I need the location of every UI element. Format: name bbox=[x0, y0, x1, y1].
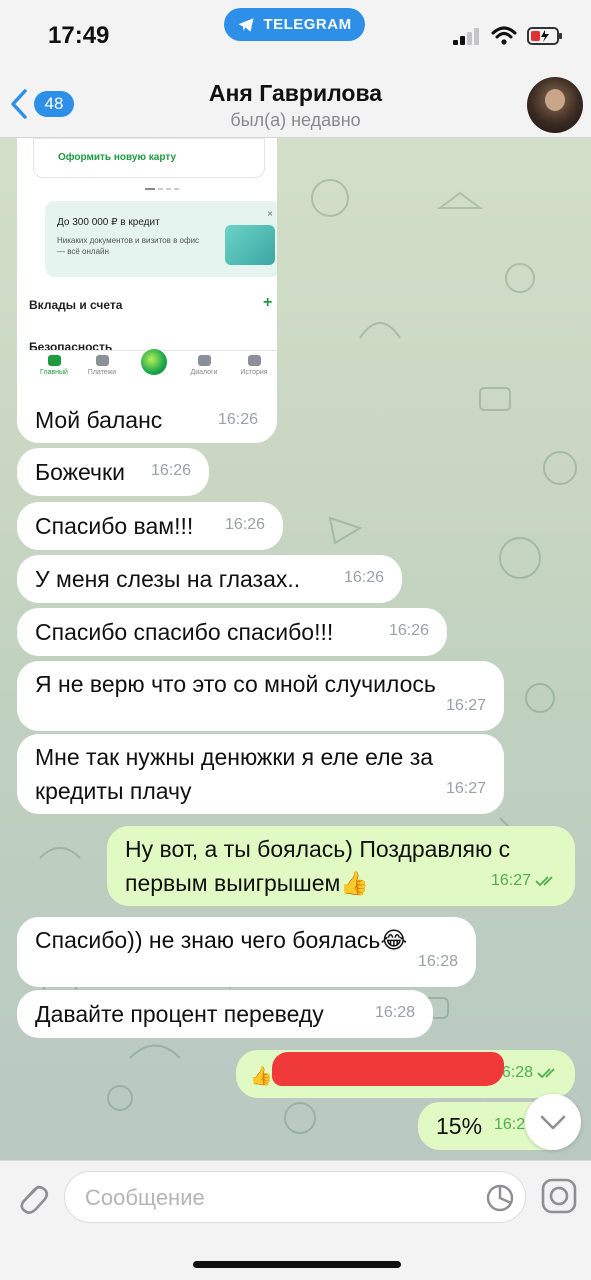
battery-icon bbox=[527, 27, 562, 45]
telegram-pill[interactable]: TELEGRAM bbox=[224, 8, 365, 41]
message-time: 16:27 bbox=[445, 780, 486, 797]
chat-header: 17:49 TELEGRAM 48 Аня Гаврилова был(а) н… bbox=[0, 0, 591, 138]
message-text: Я не верю что это со мной случилось bbox=[35, 671, 436, 697]
redaction-mark bbox=[272, 1052, 504, 1086]
message-time: 16:26 bbox=[388, 622, 429, 639]
avatar[interactable] bbox=[527, 77, 583, 133]
status-time: 17:49 bbox=[48, 22, 110, 49]
message-time: 16:2 bbox=[494, 1116, 526, 1133]
home-indicator bbox=[193, 1261, 401, 1268]
history-icon bbox=[247, 355, 261, 366]
credit-offer-card: До 300 000 ₽ в кредит Никаких документов… bbox=[45, 201, 277, 277]
message-text: 15% bbox=[436, 1113, 483, 1139]
signal-icon bbox=[453, 28, 479, 45]
message-bubble[interactable]: Спасибо)) не знаю чего боялась😂 16:28 bbox=[17, 917, 476, 987]
deposits-section: Вклады и счета bbox=[29, 298, 123, 312]
new-card-link: Оформить новую карту bbox=[58, 152, 177, 163]
close-icon: × bbox=[267, 209, 273, 220]
message-time: 16:28 bbox=[374, 1004, 415, 1021]
scroll-down-button[interactable] bbox=[525, 1094, 581, 1150]
credit-illustration bbox=[225, 225, 275, 265]
message-bubble[interactable]: Мой баланс 16:26 bbox=[17, 395, 276, 443]
message-bubble[interactable]: Давайте процент переведу 16:28 bbox=[17, 990, 433, 1038]
message-time: 16:27 bbox=[445, 697, 486, 714]
telegram-plane-icon bbox=[238, 17, 254, 32]
bank-tabbar: Главный Платежи Диалоги История bbox=[29, 349, 277, 390]
status-icons bbox=[453, 26, 563, 46]
contact-name[interactable]: Аня Гаврилова bbox=[0, 80, 591, 107]
message-time: 16:28 bbox=[417, 953, 458, 970]
new-card-card: Оформить новую карту bbox=[33, 138, 265, 178]
message-text: Спасибо вам!!! bbox=[35, 513, 194, 539]
assistant-orb-icon bbox=[141, 349, 167, 375]
message-time: 16:26 bbox=[224, 516, 265, 533]
message-bubble[interactable]: Я не верю что это со мной случилось 16:2… bbox=[17, 661, 504, 731]
message-text: Мой баланс bbox=[35, 407, 163, 433]
telegram-pill-label: TELEGRAM bbox=[263, 16, 352, 33]
message-meta: 16:27 bbox=[491, 864, 557, 898]
sticker-icon[interactable] bbox=[485, 1183, 515, 1213]
message-text: Давайте процент переведу bbox=[35, 1001, 324, 1027]
bank-tab-payments: Платежи bbox=[77, 355, 127, 376]
attach-paperclip-icon[interactable] bbox=[14, 1177, 50, 1217]
video-message-icon[interactable] bbox=[540, 1177, 578, 1215]
message-bubble[interactable]: Спасибо спасибо спасибо!!! 16:26 bbox=[17, 608, 447, 656]
dialogs-icon bbox=[197, 355, 211, 366]
message-bubble-outgoing[interactable]: Ну вот, а ты боялась) Поздравляю с первы… bbox=[107, 826, 575, 906]
chevron-down-icon bbox=[540, 1115, 566, 1130]
bank-tab-dialogs: Диалоги bbox=[179, 355, 229, 376]
credit-desc: Никаких документов и визитов в офис — вс… bbox=[57, 236, 200, 256]
wifi-icon bbox=[491, 26, 517, 45]
contact-status: был(а) недавно bbox=[230, 110, 361, 130]
payments-icon bbox=[95, 355, 109, 366]
message-text: Спасибо)) не знаю чего боялась😂 bbox=[35, 927, 408, 953]
message-input-placeholder: Сообщение bbox=[85, 1185, 205, 1210]
message-time: 16:27 bbox=[490, 872, 531, 889]
composer-bar: Сообщение bbox=[0, 1160, 591, 1280]
double-check-icon bbox=[537, 1068, 555, 1079]
message-bubble[interactable]: У меня слезы на глазах.. 16:26 bbox=[17, 555, 402, 603]
bank-tab-history: История bbox=[229, 355, 277, 376]
bank-tab-assistant bbox=[129, 349, 179, 375]
message-bubble[interactable]: Божечки 16:26 bbox=[17, 448, 209, 496]
message-text: 👍 bbox=[250, 1066, 273, 1086]
bank-tab-main: Главный bbox=[29, 355, 79, 376]
carousel-dots bbox=[145, 188, 179, 190]
plus-icon: + bbox=[263, 294, 273, 311]
message-text: Божечки bbox=[35, 459, 125, 485]
message-bubble[interactable]: Спасибо вам!!! 16:26 bbox=[17, 502, 283, 550]
message-time: 16:26 bbox=[150, 462, 191, 479]
message-text: Спасибо спасибо спасибо!!! bbox=[35, 619, 334, 645]
message-text: У меня слезы на глазах.. bbox=[35, 566, 301, 592]
home-icon bbox=[47, 355, 61, 366]
message-input[interactable]: Сообщение bbox=[64, 1171, 526, 1223]
message-text: Мне так нужны денюжки я еле еле за креди… bbox=[35, 744, 434, 804]
message-time: 16:26 bbox=[343, 569, 384, 586]
credit-title: До 300 000 ₽ в кредит bbox=[57, 217, 160, 228]
double-check-icon bbox=[535, 876, 553, 887]
message-time: 16:26 bbox=[217, 411, 258, 428]
message-bubble[interactable]: Мне так нужны денюжки я еле еле за креди… bbox=[17, 734, 504, 814]
